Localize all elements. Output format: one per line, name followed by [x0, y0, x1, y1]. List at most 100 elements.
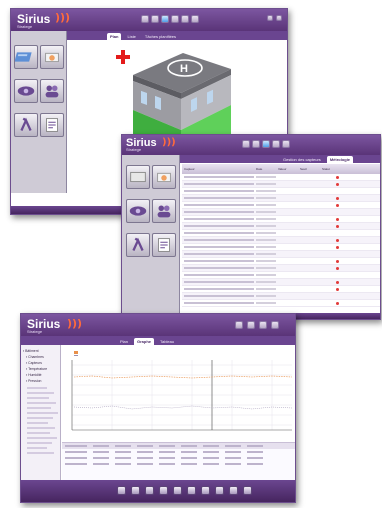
table-row[interactable]: [182, 181, 380, 188]
tree-item-placeholder[interactable]: [27, 427, 55, 429]
line-chart[interactable]: [62, 345, 295, 440]
save-icon[interactable]: [247, 321, 255, 329]
tree-item-placeholder[interactable]: [27, 452, 54, 454]
table-row[interactable]: [182, 195, 380, 202]
tab-graphe[interactable]: Graphe: [134, 338, 155, 345]
sidebar-tile-hand[interactable]: [152, 165, 176, 189]
home-icon[interactable]: [145, 486, 154, 495]
tree-item-placeholder[interactable]: [27, 447, 47, 449]
table-row[interactable]: [182, 300, 380, 307]
tab-metrologie[interactable]: Métrologie: [326, 156, 354, 163]
prev-icon[interactable]: [173, 486, 182, 495]
tree-item-placeholder[interactable]: [27, 422, 48, 424]
col-header-statut[interactable]: Statut: [322, 167, 352, 171]
col-header-valeur[interactable]: Valeur: [278, 167, 298, 171]
table-row[interactable]: [182, 202, 380, 209]
sidebar-tile-report[interactable]: [152, 233, 176, 257]
tab-tableau[interactable]: Tableau: [157, 338, 177, 345]
sidebar-tile-eye[interactable]: [14, 79, 38, 103]
table-cell: [300, 302, 320, 304]
toolbar-button-5[interactable]: [282, 140, 290, 148]
tree-item-placeholder[interactable]: [27, 437, 57, 439]
zoom-in-icon[interactable]: [117, 486, 126, 495]
window-footer: [21, 480, 295, 502]
sensor-table: Capteur Date Valeur Seuil Statut: [182, 164, 380, 314]
export-icon[interactable]: [259, 321, 267, 329]
stats-cell: [203, 451, 219, 453]
first-icon[interactable]: [159, 486, 168, 495]
sidebar-tile-report[interactable]: [40, 113, 64, 137]
tree-item[interactable]: ▪ Pression: [23, 378, 58, 384]
col-header-date[interactable]: Date: [256, 167, 276, 171]
table-row[interactable]: [182, 230, 380, 237]
stats-cell: [247, 457, 263, 459]
sidebar-tile-lambda[interactable]: [126, 233, 150, 257]
table-row[interactable]: [182, 174, 380, 181]
table-row[interactable]: [182, 286, 380, 293]
toolbar-button-6[interactable]: [191, 15, 199, 23]
toolbar-button-3[interactable]: [161, 15, 169, 23]
tree-item-placeholder[interactable]: [27, 442, 52, 444]
toolbar-button-3[interactable]: [262, 140, 270, 148]
tree-item-placeholder[interactable]: [27, 432, 50, 434]
col-header-capteur[interactable]: Capteur: [184, 167, 254, 171]
sidebar-tile-lambda[interactable]: [14, 113, 38, 137]
sidebar-tile-hand[interactable]: [40, 45, 64, 69]
table-row[interactable]: [182, 216, 380, 223]
toolbar-button-5[interactable]: [181, 15, 189, 23]
table-row[interactable]: [182, 209, 380, 216]
tab-gestion[interactable]: Gestion des capteurs: [280, 156, 324, 163]
toolbar-button-1[interactable]: [141, 15, 149, 23]
stats-table: [62, 442, 295, 480]
sidebar-tile-users[interactable]: [40, 79, 64, 103]
print-icon[interactable]: [235, 321, 243, 329]
table-row[interactable]: [182, 251, 380, 258]
col-header-seuil[interactable]: Seuil: [300, 167, 320, 171]
next-icon[interactable]: [187, 486, 196, 495]
minimize-icon[interactable]: [267, 15, 273, 21]
info-icon[interactable]: [243, 486, 252, 495]
table-row[interactable]: [182, 272, 380, 279]
table-cell: [300, 295, 320, 297]
tree-item-placeholder[interactable]: [27, 392, 54, 394]
stats-cell: [65, 445, 87, 447]
toolbar-button-2[interactable]: [252, 140, 260, 148]
table-row[interactable]: [182, 258, 380, 265]
refresh-icon[interactable]: [215, 486, 224, 495]
toolbar-button-4[interactable]: [272, 140, 280, 148]
tree-item-placeholder[interactable]: [27, 407, 51, 409]
table-row[interactable]: [182, 279, 380, 286]
tree-item-placeholder[interactable]: [27, 387, 47, 389]
stats-cell: [65, 457, 87, 459]
tree-item-placeholder[interactable]: [27, 402, 56, 404]
sirius-logo: Sirius Stratege: [27, 317, 61, 334]
table-row[interactable]: [182, 244, 380, 251]
sidebar-tile-eye[interactable]: [126, 199, 150, 223]
table-row[interactable]: [182, 293, 380, 300]
table-cell: [278, 190, 298, 192]
toolbar-button-2[interactable]: [151, 15, 159, 23]
sidebar-tile-users[interactable]: [152, 199, 176, 223]
settings-icon[interactable]: [229, 486, 238, 495]
tab-plan[interactable]: Plan: [117, 338, 131, 345]
sidebar-tile-map[interactable]: [14, 45, 38, 69]
sidebar-tile-map[interactable]: [126, 165, 150, 189]
status-cell: [322, 239, 352, 242]
table-row[interactable]: [182, 265, 380, 272]
last-icon[interactable]: [201, 486, 210, 495]
table-row[interactable]: [182, 237, 380, 244]
table-row[interactable]: [182, 223, 380, 230]
tree-item-placeholder[interactable]: [27, 412, 58, 414]
close-icon[interactable]: [276, 15, 282, 21]
settings-icon[interactable]: [271, 321, 279, 329]
table-cell: [184, 232, 254, 234]
tree-item-placeholder[interactable]: [27, 417, 53, 419]
tree-item-placeholder[interactable]: [27, 397, 49, 399]
toolbar-button-4[interactable]: [171, 15, 179, 23]
status-cell: [322, 281, 352, 284]
zoom-out-icon[interactable]: [131, 486, 140, 495]
stats-cell: [93, 445, 109, 447]
stats-cell: [247, 463, 263, 465]
toolbar-button-1[interactable]: [242, 140, 250, 148]
table-row[interactable]: [182, 188, 380, 195]
